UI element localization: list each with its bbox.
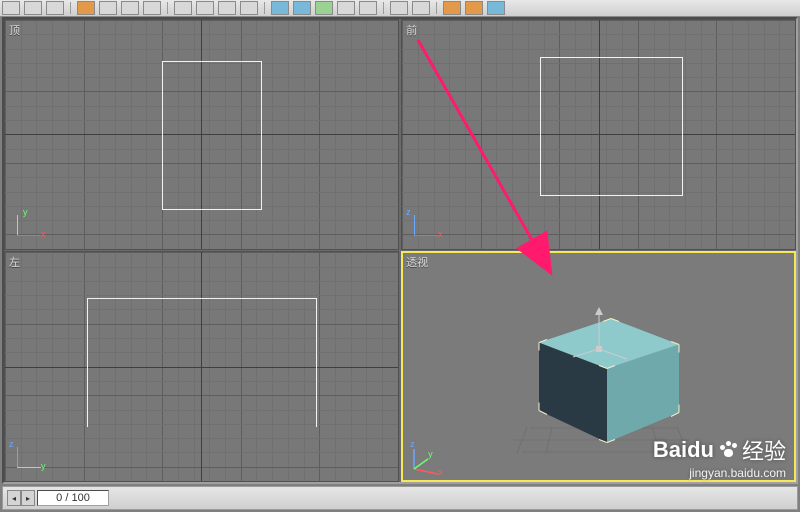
axis-tripod: x y z [408, 441, 442, 475]
paw-icon [720, 441, 740, 459]
toolbar-separator [383, 2, 384, 14]
percent-snap-icon[interactable] [218, 1, 236, 15]
align-icon[interactable] [315, 1, 333, 15]
object-wireframe[interactable] [87, 298, 317, 427]
main-toolbar [0, 0, 800, 17]
render-frame-icon[interactable] [465, 1, 483, 15]
toolbar-separator [70, 2, 71, 14]
quad-viewport-container: 顶 document.write(Array.from({length:25},… [2, 17, 798, 484]
watermark-cjk: 经验 [742, 434, 786, 466]
viewport-left[interactable]: 左 document.write(Array.from({length:25},… [4, 251, 399, 482]
rotate-icon[interactable] [121, 1, 139, 15]
object-wireframe[interactable] [162, 61, 262, 209]
watermark-brand-accent: du [687, 437, 714, 463]
abc-icon[interactable] [412, 1, 430, 15]
render-icon[interactable] [293, 1, 311, 15]
move-icon[interactable] [99, 1, 117, 15]
material-editor-icon[interactable] [271, 1, 289, 15]
layers-icon[interactable] [337, 1, 355, 15]
quick-render-icon[interactable] [487, 1, 505, 15]
frame-prev-button[interactable]: ◂ [7, 490, 21, 506]
axis-tripod: x y [11, 209, 45, 243]
select-icon[interactable] [77, 1, 95, 15]
link-icon[interactable] [46, 1, 64, 15]
scale-icon[interactable] [143, 1, 161, 15]
watermark-brand: Bai [653, 437, 687, 463]
axis-tripod: x z [408, 209, 442, 243]
status-bar: ◂ ▸ 0 / 100 [2, 486, 798, 510]
frame-value[interactable]: 0 / 100 [37, 490, 109, 506]
axis-z-label: z [410, 439, 415, 449]
watermark-sub: jingyan.baidu.com [653, 466, 786, 480]
object-wireframe[interactable] [540, 57, 683, 196]
schematic-view-icon[interactable] [359, 1, 377, 15]
axis-y-label: y [428, 449, 433, 459]
axis-tripod: y z [11, 441, 45, 475]
frame-next-button[interactable]: ▸ [21, 490, 35, 506]
transform-gizmo[interactable] [559, 299, 639, 379]
axis-z-label: z [9, 439, 14, 449]
axis-x-label: x [438, 467, 443, 477]
render-setup-icon[interactable] [443, 1, 461, 15]
toolbar-separator [167, 2, 168, 14]
frame-spinner: ◂ ▸ 0 / 100 [7, 490, 111, 506]
toolbar-separator [264, 2, 265, 14]
axis-x-label: x [41, 229, 46, 239]
snap-icon[interactable] [174, 1, 192, 15]
axis-x-label: x [438, 229, 443, 239]
redo-icon[interactable] [24, 1, 42, 15]
viewport-top[interactable]: 顶 document.write(Array.from({length:25},… [4, 19, 399, 250]
mirror-icon[interactable] [240, 1, 258, 15]
angle-snap-icon[interactable] [196, 1, 214, 15]
toolbar-separator [436, 2, 437, 14]
viewport-front[interactable]: 前 document.write(Array.from({length:25},… [401, 19, 796, 250]
axis-z-label: z [406, 207, 411, 217]
axis-y-label: y [41, 461, 46, 471]
watermark: Baidu 经验 jingyan.baidu.com [653, 434, 786, 480]
app-root: 顶 document.write(Array.from({length:25},… [0, 0, 800, 512]
named-selection-icon[interactable] [390, 1, 408, 15]
axis-y-label: y [23, 207, 28, 217]
undo-icon[interactable] [2, 1, 20, 15]
